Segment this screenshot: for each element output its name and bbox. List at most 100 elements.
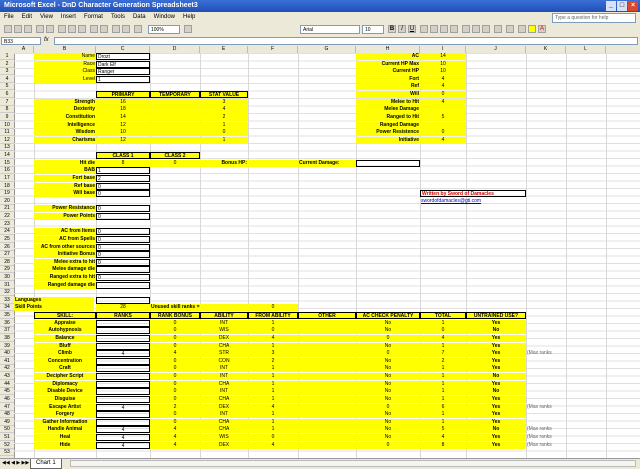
stat-value[interactable]: 0 [420, 129, 466, 137]
skill-untrained[interactable]: Yes [466, 350, 526, 358]
decimal-icon[interactable] [494, 25, 502, 33]
skill-other[interactable] [298, 365, 356, 373]
skill-ranks[interactable] [96, 342, 150, 350]
row-header[interactable]: 18 [0, 183, 14, 190]
stats-header[interactable]: PRIMARY [96, 91, 150, 99]
ability-value[interactable]: 4 [200, 106, 248, 114]
worksheet-grid[interactable]: Name Drozt Race Dark Elf Class Ranger Level 1 AC… [14, 53, 640, 458]
undo-icon[interactable] [90, 25, 98, 33]
modifier-value[interactable]: 0 [96, 258, 150, 266]
skill-ranks[interactable] [96, 334, 150, 342]
row-header[interactable]: 15 [0, 160, 14, 167]
skill-rank-bonus[interactable]: 0 [150, 373, 200, 381]
row-header[interactable]: 6 [0, 91, 14, 99]
modifier-label[interactable]: AC from other sources [34, 243, 96, 251]
ability-primary[interactable]: 12 [96, 121, 150, 129]
skill-from-ability[interactable]: 1 [248, 319, 298, 327]
skill-other[interactable] [298, 411, 356, 419]
skill-rank-bonus[interactable]: 0 [150, 418, 200, 426]
class-value[interactable]: 1 [96, 167, 150, 175]
stat-label[interactable]: Melee to Hit [356, 98, 420, 106]
skill-ranks[interactable] [96, 395, 150, 403]
column-header-f[interactable]: F [248, 46, 298, 53]
skill-name[interactable]: Heal [34, 434, 96, 441]
modifier-label[interactable]: AC from Items [34, 228, 96, 236]
stat-label[interactable]: Current HP Max [356, 60, 420, 68]
print-icon[interactable] [36, 25, 44, 33]
ability-label[interactable]: Charisma [34, 136, 96, 144]
skill-ac-penalty[interactable]: No [356, 319, 420, 327]
current-damage-value[interactable] [356, 159, 420, 167]
stat-label[interactable]: Current HP [356, 68, 420, 76]
stat-label[interactable]: Melee Damage [356, 106, 420, 114]
modifier-value[interactable] [96, 281, 150, 289]
row-header[interactable]: 25 [0, 236, 14, 243]
modifier-label[interactable]: Melee damage die [34, 266, 96, 274]
help-search-input[interactable]: Type a question for help [552, 13, 636, 23]
modifier-label[interactable]: Melee extra to hit [34, 258, 96, 266]
skill-total[interactable]: 1 [420, 365, 466, 373]
font-select[interactable]: Arial [300, 25, 360, 34]
skill-column-header[interactable]: TOTAL [420, 312, 466, 320]
row-header[interactable]: 45 [0, 388, 14, 396]
skill-column-header[interactable]: FROM ABILITY [248, 312, 298, 320]
skill-rank-bonus[interactable]: 0 [150, 411, 200, 419]
row-header[interactable]: 14 [0, 152, 14, 160]
row-header[interactable]: 52 [0, 442, 14, 449]
skill-untrained[interactable]: Yes [466, 434, 526, 441]
skill-from-ability[interactable]: 1 [248, 342, 298, 350]
row-header[interactable]: 17 [0, 175, 14, 182]
row-header[interactable]: 31 [0, 282, 14, 289]
skill-other[interactable] [298, 327, 356, 335]
skill-from-ability[interactable]: 1 [248, 365, 298, 373]
skill-from-ability[interactable]: 0 [248, 434, 298, 441]
class-value[interactable]: 2 [96, 174, 150, 182]
char-value[interactable]: 1 [96, 75, 150, 83]
menu-window[interactable]: Window [150, 12, 179, 23]
skill-total[interactable]: 5 [420, 426, 466, 434]
class-label[interactable]: Fort base [34, 174, 96, 182]
row-header[interactable]: 29 [0, 266, 14, 274]
skill-ranks[interactable]: 4 [96, 350, 150, 358]
save-icon[interactable] [24, 25, 32, 33]
row-header[interactable]: 39 [0, 343, 14, 350]
misc-value[interactable]: 0 [96, 205, 150, 213]
row-header[interactable]: 49 [0, 419, 14, 426]
row-header[interactable]: 4 [0, 76, 14, 83]
skill-ac-penalty[interactable]: No [356, 434, 420, 441]
ability-label[interactable]: Intelligence [34, 121, 96, 129]
skill-other[interactable] [298, 350, 356, 358]
row-header[interactable]: 30 [0, 274, 14, 281]
skill-untrained[interactable]: No [466, 327, 526, 335]
ability-value[interactable]: 1 [200, 121, 248, 129]
skill-rank-bonus[interactable]: 0 [150, 365, 200, 373]
stats-header[interactable]: STAT VALUE [200, 91, 248, 99]
skill-column-header[interactable]: RANK BONUS [150, 312, 200, 320]
skill-ability[interactable]: DEX [200, 403, 248, 411]
skill-ac-penalty[interactable]: No [356, 357, 420, 365]
skill-other[interactable] [298, 426, 356, 434]
menu-data[interactable]: Data [129, 12, 150, 23]
skill-name[interactable]: Escape Artist [34, 403, 96, 411]
skill-total[interactable]: 6 [420, 403, 466, 411]
skill-name[interactable]: Concentration [34, 357, 96, 365]
skill-untrained[interactable]: Yes [466, 334, 526, 342]
skill-from-ability[interactable]: 4 [248, 441, 298, 449]
skill-name[interactable]: Craft [34, 365, 96, 373]
borders-icon[interactable] [518, 25, 526, 33]
languages-value[interactable] [96, 296, 150, 304]
stats-header[interactable]: TEMPORARY [150, 91, 200, 99]
skill-points-label[interactable]: Skill Points [14, 304, 94, 312]
help-icon[interactable] [184, 25, 192, 33]
skill-from-ability[interactable]: 1 [248, 380, 298, 388]
row-header[interactable]: 38 [0, 335, 14, 342]
name-box[interactable]: B33 [1, 37, 41, 45]
skill-untrained[interactable]: Yes [466, 380, 526, 388]
row-header[interactable]: 10 [0, 122, 14, 129]
class-label[interactable]: Hit die [34, 159, 96, 167]
skill-other[interactable] [298, 373, 356, 381]
ability-label[interactable]: Dexterity [34, 106, 96, 114]
skill-from-ability[interactable]: 4 [248, 403, 298, 411]
skill-name[interactable]: Autohypnosis [34, 327, 96, 335]
row-header[interactable]: 53 [0, 449, 14, 457]
